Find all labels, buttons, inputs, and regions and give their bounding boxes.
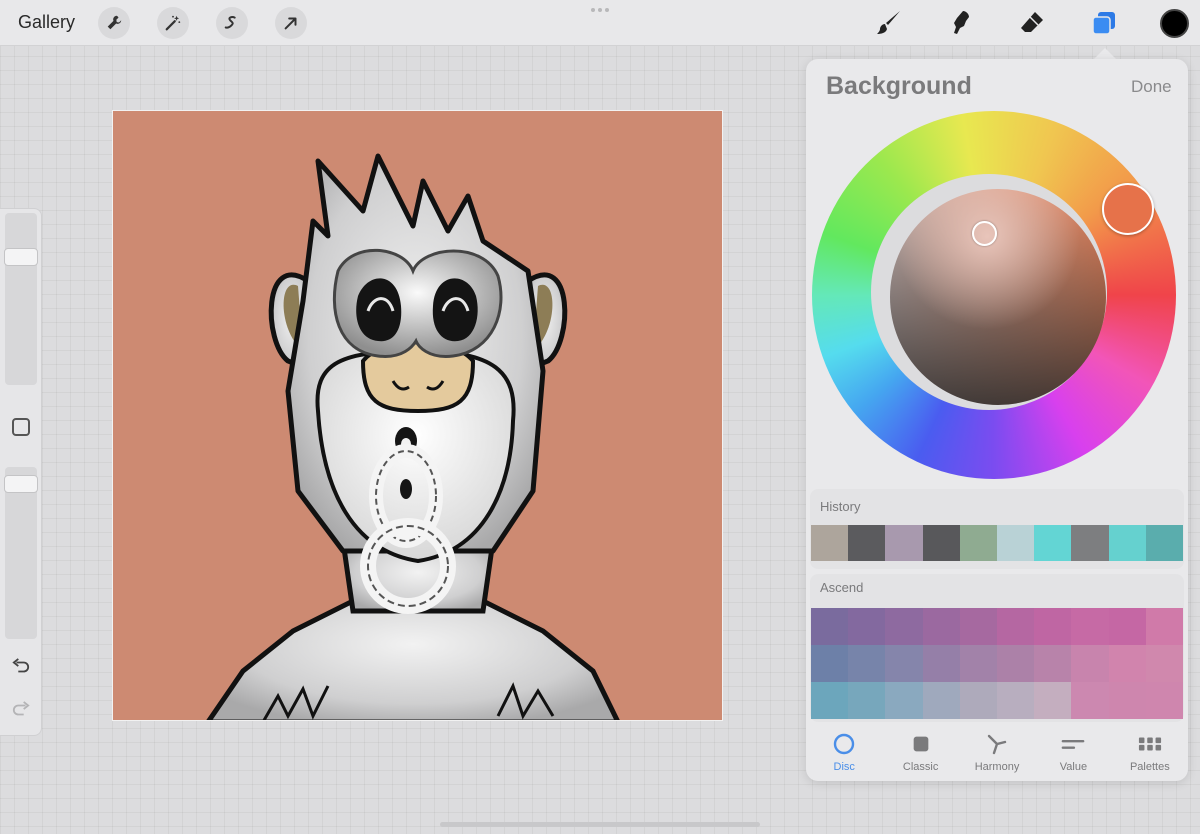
current-color-swatch[interactable] <box>1160 9 1189 38</box>
palette-swatch[interactable] <box>1108 682 1146 719</box>
palette-swatch[interactable] <box>959 682 997 719</box>
tab-palettes[interactable]: Palettes <box>1112 727 1188 781</box>
palettes-grid-icon <box>1138 733 1162 755</box>
history-swatch[interactable] <box>885 525 923 561</box>
history-swatches <box>811 525 1184 561</box>
history-swatch[interactable] <box>959 525 998 561</box>
palette-swatch[interactable] <box>1034 682 1072 719</box>
history-swatch[interactable] <box>848 525 886 561</box>
classic-square-icon <box>909 733 933 755</box>
palette-swatch[interactable] <box>997 608 1035 645</box>
palette-swatch[interactable] <box>959 645 997 682</box>
palette-swatch[interactable] <box>1034 645 1072 682</box>
history-label: History <box>820 499 861 514</box>
tab-classic[interactable]: Classic <box>882 727 958 781</box>
tab-label: Harmony <box>974 761 1020 773</box>
opacity-thumb[interactable] <box>4 474 38 493</box>
brush-icon[interactable] <box>872 6 906 40</box>
smudge-icon[interactable] <box>944 6 978 40</box>
palette-label: Ascend <box>820 580 864 595</box>
history-swatch[interactable] <box>922 525 960 561</box>
opacity-slider[interactable] <box>5 467 37 639</box>
history-swatch[interactable] <box>811 525 849 561</box>
history-swatch[interactable] <box>1145 525 1184 561</box>
modify-button[interactable] <box>12 418 30 436</box>
drawing-canvas[interactable] <box>112 110 723 721</box>
color-panel: Background Done History Ascend Disc Clas… <box>806 59 1188 781</box>
saturation-selector-knob[interactable] <box>972 221 997 246</box>
harmony-icon <box>985 733 1009 755</box>
brush-size-thumb[interactable] <box>4 248 38 267</box>
palette-swatch[interactable] <box>1071 682 1109 719</box>
tab-harmony[interactable]: Harmony <box>959 727 1035 781</box>
palette-swatch[interactable] <box>1071 608 1109 645</box>
tab-label: Value <box>1059 761 1088 773</box>
palette-swatch[interactable] <box>1034 608 1072 645</box>
left-sidebar <box>0 208 42 736</box>
gallery-button[interactable]: Gallery <box>18 12 75 33</box>
history-swatch[interactable] <box>997 525 1035 561</box>
saturation-brightness-disc[interactable] <box>890 189 1106 405</box>
palette-swatch[interactable] <box>885 645 923 682</box>
palette-swatch[interactable] <box>1071 645 1109 682</box>
palette-swatch[interactable] <box>885 608 923 645</box>
palette-swatch[interactable] <box>997 645 1035 682</box>
palette-swatch[interactable] <box>922 608 960 645</box>
palette-swatch[interactable] <box>811 682 849 719</box>
tab-value[interactable]: Value <box>1035 727 1111 781</box>
palette-swatch[interactable] <box>811 645 849 682</box>
transform-arrow-icon[interactable] <box>275 7 307 39</box>
tab-label: Disc <box>833 761 855 773</box>
window-grabber[interactable] <box>591 8 609 14</box>
selection-icon[interactable] <box>216 7 248 39</box>
palette-swatch[interactable] <box>997 682 1035 719</box>
redo-icon[interactable] <box>10 700 32 720</box>
palette-swatch[interactable] <box>1145 645 1183 682</box>
hue-selector-knob[interactable] <box>1102 183 1154 235</box>
palette-swatch[interactable] <box>959 608 997 645</box>
palette-swatch[interactable] <box>848 682 886 719</box>
tab-disc[interactable]: Disc <box>806 727 882 781</box>
layers-icon[interactable] <box>1087 6 1121 40</box>
history-swatch[interactable] <box>1108 525 1146 561</box>
brush-size-slider[interactable] <box>5 213 37 385</box>
history-swatch[interactable] <box>1071 525 1109 561</box>
home-indicator[interactable] <box>440 822 760 827</box>
wrench-icon[interactable] <box>98 7 130 39</box>
eraser-icon[interactable] <box>1015 6 1049 40</box>
magic-wand-icon[interactable] <box>157 7 189 39</box>
palette-swatch[interactable] <box>885 682 923 719</box>
tab-label: Classic <box>902 761 939 773</box>
palette-swatch[interactable] <box>922 645 960 682</box>
palette-swatch[interactable] <box>848 608 886 645</box>
palette-swatches <box>811 608 1183 719</box>
palette-swatch[interactable] <box>1108 608 1146 645</box>
value-sliders-icon <box>1061 733 1085 755</box>
history-swatch[interactable] <box>1034 525 1072 561</box>
palette-swatch[interactable] <box>1145 682 1183 719</box>
undo-icon[interactable] <box>10 657 32 677</box>
palette-swatch[interactable] <box>1145 608 1183 645</box>
panel-title: Background <box>826 72 972 100</box>
monkey-artwork <box>206 153 620 720</box>
palette-swatch[interactable] <box>848 645 886 682</box>
tab-label: Palettes <box>1129 761 1170 773</box>
palette-swatch[interactable] <box>1108 645 1146 682</box>
palette-swatch[interactable] <box>811 608 849 645</box>
color-mode-tabs: Disc Classic Harmony Value Palettes <box>806 727 1188 781</box>
top-toolbar: Gallery <box>0 0 1200 46</box>
done-button[interactable]: Done <box>1131 77 1172 97</box>
disc-icon <box>832 733 856 755</box>
palette-swatch[interactable] <box>922 682 960 719</box>
